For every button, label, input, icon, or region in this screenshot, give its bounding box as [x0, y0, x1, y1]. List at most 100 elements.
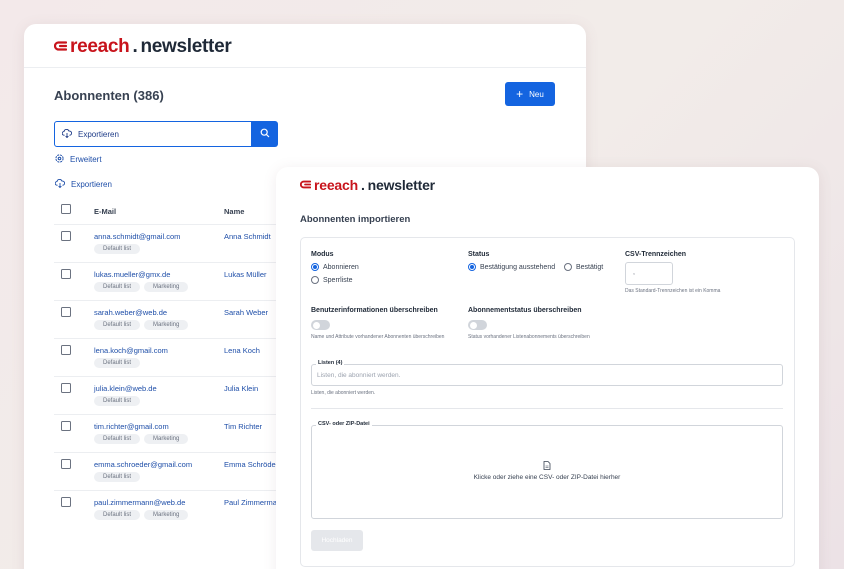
row-email[interactable]: anna.schmidt@gmail.com	[94, 232, 180, 241]
brand-mark-icon	[53, 39, 68, 55]
list-tag: Marketing	[144, 282, 189, 292]
csv-delimiter-label: CSV-Trennzeichen	[625, 251, 687, 258]
import-card: reeach. newsletter Abonnenten importieren…	[276, 167, 819, 569]
lists-placeholder: Listen, die abonniert werden.	[317, 372, 401, 379]
row-email[interactable]: lukas.mueller@gmx.de	[94, 270, 170, 279]
header-divider	[24, 67, 586, 68]
row-checkbox[interactable]	[61, 231, 71, 241]
overwrite-userinfo-hint: Name und Attribute vorhandener Abonnente…	[311, 334, 445, 340]
row-email[interactable]: julia.klein@web.de	[94, 384, 157, 393]
radio-icon	[311, 276, 319, 284]
list-tag: Marketing	[144, 510, 189, 520]
search-input-value: Exportieren	[78, 129, 119, 139]
mode-option-subscribe[interactable]: Abonnieren	[311, 263, 359, 271]
overwrite-userinfo-toggle[interactable]	[311, 320, 330, 330]
file-icon	[543, 461, 551, 470]
select-all-checkbox[interactable]	[61, 204, 71, 214]
row-tags: Default list	[94, 396, 141, 406]
radio-icon	[468, 263, 476, 271]
import-form: Modus Abonnieren Sperrliste Status Bestä…	[300, 237, 795, 567]
csv-delimiter-input[interactable]: ,	[625, 262, 673, 285]
mode-option-subscribe-label: Abonnieren	[323, 263, 359, 271]
row-tags: Default list	[94, 472, 141, 482]
row-checkbox[interactable]	[61, 459, 71, 469]
row-name[interactable]: Tim Richter	[224, 422, 262, 431]
form-divider	[311, 408, 783, 409]
lists-select[interactable]: Listen (4) Listen, die abonniert werden.	[311, 360, 783, 386]
status-option-pending-label: Bestätigung ausstehend	[480, 263, 556, 271]
export-link-label: Exportieren	[71, 180, 112, 189]
overwrite-userinfo-label: Benutzerinformationen überschreiben	[311, 307, 438, 314]
brand-mark-icon	[299, 179, 312, 191]
search-icon	[260, 125, 270, 143]
row-tags: Default list	[94, 244, 141, 254]
list-tag: Marketing	[144, 320, 189, 330]
advanced-link[interactable]: Erweitert	[55, 154, 102, 165]
dropzone-prompt: Klicke oder ziehe eine CSV- oder ZIP-Dat…	[473, 474, 621, 481]
row-email[interactable]: lena.koch@gmail.com	[94, 346, 168, 355]
import-title: Abonnenten importieren	[300, 214, 411, 225]
brand-reach: reeach	[70, 36, 130, 57]
new-button[interactable]: + Neu	[505, 82, 555, 106]
row-name[interactable]: Emma Schröder	[224, 460, 278, 469]
overwrite-status-hint: Status vorhandener Listenabonnements übe…	[468, 334, 590, 340]
row-email[interactable]: paul.zimmermann@web.de	[94, 498, 185, 507]
row-name[interactable]: Anna Schmidt	[224, 232, 271, 241]
row-checkbox[interactable]	[61, 421, 71, 431]
row-name[interactable]: Lena Koch	[224, 346, 260, 355]
list-tag: Default list	[94, 358, 141, 368]
row-tags: Default list Marketing	[94, 282, 189, 292]
list-tag: Default list	[94, 510, 141, 520]
row-tags: Default list	[94, 358, 141, 368]
search-input[interactable]: Exportieren	[54, 121, 252, 147]
list-tag: Default list	[94, 434, 141, 444]
row-email[interactable]: tim.richter@gmail.com	[94, 422, 169, 431]
lists-hint: Listen, die abonniert werden.	[311, 390, 376, 396]
file-legend: CSV- oder ZIP-Datei	[316, 421, 372, 427]
row-tags: Default list Marketing	[94, 320, 189, 330]
row-checkbox[interactable]	[61, 307, 71, 317]
search-button[interactable]	[252, 121, 278, 147]
overwrite-status-label: Abonnementstatus überschreiben	[468, 307, 582, 314]
search-bar: Exportieren	[54, 121, 278, 147]
list-tag: Default list	[94, 472, 141, 482]
export-link[interactable]: Exportieren	[54, 178, 112, 190]
mode-option-blocklist-label: Sperrliste	[323, 276, 353, 284]
upload-button[interactable]: Hochladen	[311, 530, 363, 551]
row-email[interactable]: sarah.weber@web.de	[94, 308, 167, 317]
radio-icon	[311, 263, 319, 271]
list-tag: Default list	[94, 244, 141, 254]
mode-option-blocklist[interactable]: Sperrliste	[311, 276, 353, 284]
file-dropzone[interactable]: CSV- oder ZIP-Datei Klicke oder ziehe ei…	[311, 421, 783, 519]
brand-reach: reeach	[314, 177, 358, 193]
brand-dot: .	[132, 36, 138, 57]
advanced-link-label: Erweitert	[70, 155, 102, 164]
cloud-download-icon	[54, 178, 65, 190]
row-name[interactable]: Lukas Müller	[224, 270, 267, 279]
plus-icon: +	[516, 87, 524, 101]
row-tags: Default list Marketing	[94, 434, 189, 444]
row-checkbox[interactable]	[61, 383, 71, 393]
gear-icon	[55, 154, 64, 165]
brand-dot: .	[360, 177, 365, 193]
dropzone-content: Klicke oder ziehe eine CSV- oder ZIP-Dat…	[312, 461, 782, 481]
brand-product: newsletter	[367, 177, 435, 193]
row-checkbox[interactable]	[61, 269, 71, 279]
row-email[interactable]: emma.schroeder@gmail.com	[94, 460, 192, 469]
list-tag: Marketing	[144, 434, 189, 444]
brand-logo[interactable]: reeach. newsletter	[299, 177, 435, 193]
status-option-confirmed-label: Bestätigt	[576, 263, 604, 271]
row-checkbox[interactable]	[61, 345, 71, 355]
column-name[interactable]: Name	[224, 207, 244, 216]
row-checkbox[interactable]	[61, 497, 71, 507]
status-option-confirmed[interactable]: Bestätigt	[564, 263, 603, 271]
row-name[interactable]: Julia Klein	[224, 384, 258, 393]
new-button-label: Neu	[529, 89, 544, 99]
mode-label: Modus	[311, 251, 334, 258]
row-name[interactable]: Sarah Weber	[224, 308, 268, 317]
brand-logo[interactable]: reeach. newsletter	[53, 36, 232, 58]
column-email[interactable]: E-Mail	[94, 207, 116, 216]
brand-product: newsletter	[140, 36, 232, 57]
status-option-pending[interactable]: Bestätigung ausstehend	[468, 263, 555, 271]
overwrite-status-toggle[interactable]	[468, 320, 487, 330]
